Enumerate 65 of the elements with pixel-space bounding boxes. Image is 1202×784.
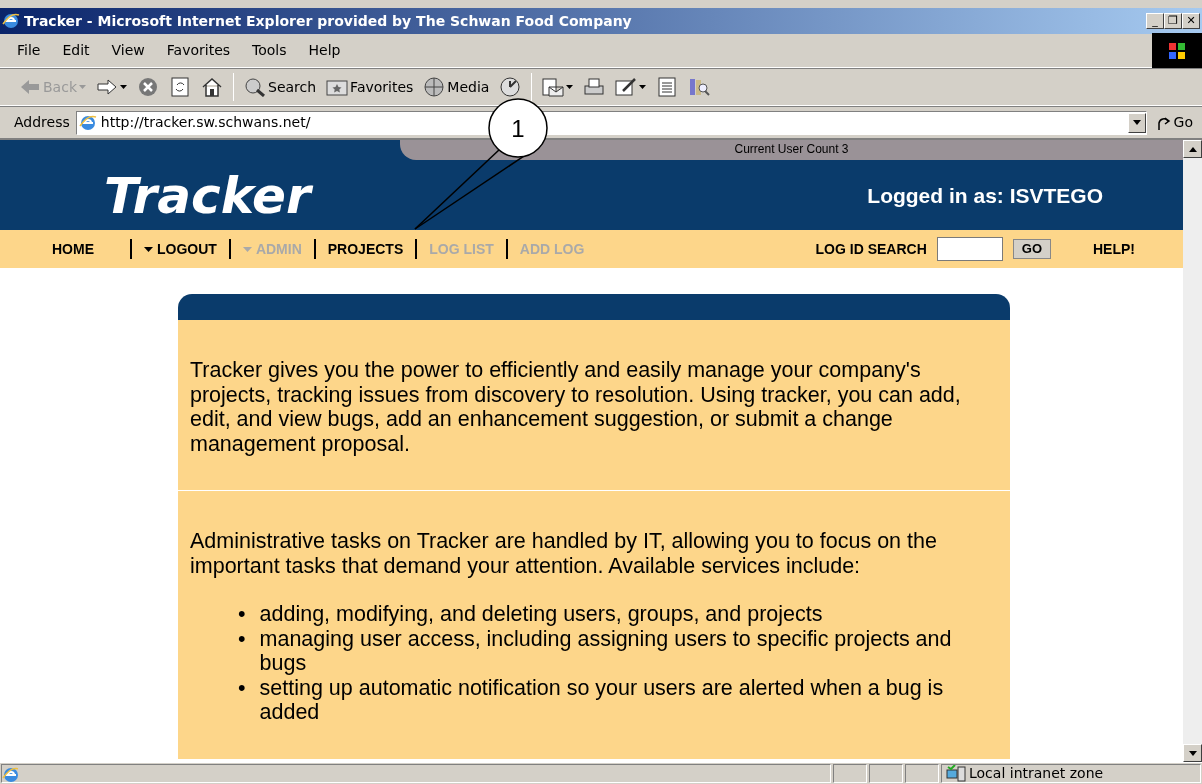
- page-icon: [2, 765, 18, 782]
- close-button[interactable]: ✕: [1182, 13, 1200, 29]
- menu-item[interactable]: Tools: [241, 40, 298, 61]
- logged-in-label: Logged in as: ISVTEGO: [867, 183, 1103, 210]
- search-label: LOG ID SEARCH: [815, 239, 927, 259]
- globe-button[interactable]: Media: [420, 76, 493, 98]
- menu-item[interactable]: Favorites: [155, 40, 242, 61]
- status-pane: [905, 764, 939, 783]
- network-icon: [945, 764, 966, 783]
- scroll-down-icon: [1188, 750, 1197, 756]
- service-item: setting up automatic notification so your users are alerted when a bug is added: [259, 675, 945, 725]
- mail-icon: [542, 77, 565, 97]
- globe-icon: [423, 77, 446, 97]
- go-button[interactable]: Go: [1152, 112, 1196, 133]
- windows-logo-icon: [1152, 32, 1202, 69]
- nav-link[interactable]: PROJECTS: [327, 238, 404, 260]
- back-arrow-icon: [19, 77, 41, 97]
- status-pane: [869, 764, 903, 783]
- clock-icon: [499, 77, 522, 97]
- bullet-marker: •: [238, 602, 246, 627]
- scroll-up-icon: [1188, 146, 1197, 152]
- go-button[interactable]: GO: [1012, 239, 1051, 259]
- scrollbar[interactable]: [1183, 140, 1202, 762]
- menu-item[interactable]: Edit: [51, 40, 101, 61]
- caret-icon: [639, 85, 647, 89]
- restore-button[interactable]: ❐: [1164, 13, 1182, 29]
- intro-paragraph: Tracker gives you the power to efficiently and easily manage your company's projects, tracking issues from discovery to resolution. Using tracker, you can add, edit, and view bugs, add an enhancement suggestion, or submit a change management proposal.: [190, 358, 962, 456]
- status-zone-text: Local intranet zone: [969, 764, 1104, 783]
- document-icon: [656, 77, 679, 97]
- address-label: Address: [14, 113, 70, 132]
- go-arrow-icon: [1155, 114, 1172, 131]
- printer-icon: [583, 77, 606, 97]
- caret-icon: [566, 85, 574, 89]
- forward-arrow-icon: [96, 77, 118, 97]
- refresh-icon: [169, 77, 191, 97]
- folder-star-button[interactable]: Favorites: [323, 76, 417, 98]
- status-pane: [833, 764, 867, 783]
- home-icon: [201, 77, 223, 97]
- search-button[interactable]: Search: [241, 76, 320, 98]
- dropdown-button[interactable]: [1127, 112, 1146, 133]
- service-item: adding, modifying, and deleting users, groups, and projects: [259, 602, 823, 627]
- menu-item[interactable]: Help: [297, 40, 352, 61]
- caret-icon: [120, 85, 127, 89]
- bullet-marker: •: [238, 675, 246, 702]
- caret-icon: [242, 246, 252, 252]
- page-icon: [78, 113, 97, 132]
- nav-link[interactable]: HOME: [52, 238, 94, 260]
- bullet-marker: •: [238, 626, 246, 653]
- edit-icon: [615, 77, 638, 97]
- menu-item[interactable]: File: [6, 40, 52, 61]
- admin-paragraph: Administrative tasks on Tracker are handled by IT, allowing you to focus on the important tasks that demand your attention. Available services include:: [190, 529, 938, 578]
- log-id-field[interactable]: [936, 237, 1003, 261]
- help-link[interactable]: HELP!: [1093, 238, 1135, 260]
- books-magnifier-icon: [688, 77, 711, 97]
- logo-text: Tracker: [104, 165, 311, 227]
- stop-icon: [137, 77, 159, 97]
- window-title: Tracker - Microsoft Internet Explorer provided by The Schwan Food Company: [24, 11, 632, 31]
- minimize-button[interactable]: _: [1146, 13, 1164, 29]
- nav-link[interactable]: LOGOUT: [144, 238, 217, 260]
- search-icon: [244, 77, 266, 97]
- caret-icon: [144, 246, 153, 252]
- browser-icon: [2, 12, 20, 30]
- caret-icon: [79, 85, 86, 89]
- menu-item[interactable]: View: [100, 40, 156, 61]
- caret-icon: [1132, 120, 1141, 125]
